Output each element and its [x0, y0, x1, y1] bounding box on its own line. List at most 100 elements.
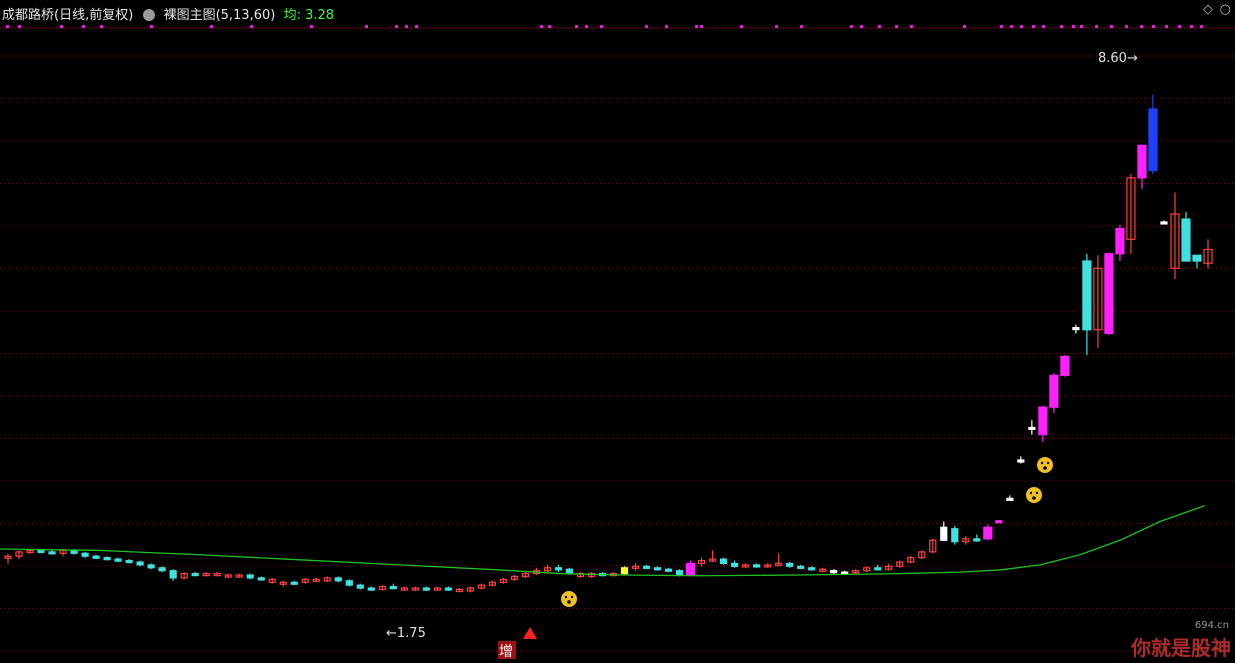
buy-triangle-icon	[523, 627, 537, 639]
top-marker	[878, 25, 881, 28]
candle-body	[125, 559, 133, 564]
candle-body	[356, 584, 364, 589]
top-marker	[1042, 25, 1045, 28]
top-marker	[1140, 25, 1143, 28]
top-marker	[548, 25, 551, 28]
face-mouth	[1043, 466, 1047, 470]
candle-body	[874, 567, 882, 571]
candle-body	[1160, 221, 1168, 225]
top-marker	[895, 25, 898, 28]
top-marker	[1152, 25, 1155, 28]
candle-body	[653, 567, 662, 571]
top-marker	[1032, 25, 1035, 28]
diamond-icon[interactable]: ◇	[1203, 2, 1213, 17]
top-marker	[1200, 25, 1203, 28]
watermark-text: 你就是股神	[1131, 636, 1231, 660]
top-marker	[6, 25, 9, 28]
settings-circle-icon[interactable]	[143, 9, 156, 21]
candle-body	[664, 568, 673, 572]
candle-body	[92, 555, 100, 559]
watermark-domain: 694.cn	[1194, 620, 1229, 631]
face-eye	[564, 595, 568, 599]
top-marker	[1125, 25, 1128, 28]
top-marker	[540, 25, 543, 28]
top-marker	[740, 25, 743, 28]
candle-body	[973, 538, 981, 542]
top-marker	[1000, 25, 1003, 28]
candle-body	[103, 557, 111, 561]
candle-body	[1148, 108, 1158, 172]
candle-body	[37, 549, 45, 554]
candle-body	[158, 567, 166, 572]
candle-body	[808, 567, 816, 571]
top-marker	[665, 25, 668, 28]
candle-body	[554, 567, 563, 571]
top-marker	[365, 25, 368, 28]
top-marker	[18, 25, 21, 28]
top-marker	[1010, 25, 1013, 28]
top-marker	[850, 25, 853, 28]
watermark-logo: 694.cn 你就是股神	[1131, 620, 1231, 661]
candle-body	[1082, 260, 1092, 331]
face-marker-icon	[1026, 487, 1042, 503]
candle-body	[983, 526, 993, 540]
chart-header: 成都路桥(日线,前复权) 裸图主图(5,13,60) 均: 3.28	[2, 4, 334, 23]
top-marker	[1095, 25, 1098, 28]
candle-body	[830, 570, 838, 574]
top-marker	[1190, 25, 1193, 28]
candle-body	[1115, 227, 1125, 255]
top-marker	[415, 25, 418, 28]
candle-body	[1006, 497, 1014, 501]
top-marker	[150, 25, 153, 28]
top-marker	[60, 25, 63, 28]
candle-body	[1017, 459, 1025, 463]
top-marker	[310, 25, 313, 28]
ma60-line	[0, 504, 1206, 577]
face-eye	[1035, 491, 1039, 495]
top-marker	[1020, 25, 1023, 28]
indicator-label: 裸图主图(5,13,60)	[163, 8, 276, 23]
candle-body	[70, 549, 78, 554]
candle-body	[1028, 426, 1036, 431]
top-marker	[1060, 25, 1063, 28]
face-eye	[570, 595, 574, 599]
candle-body	[1137, 144, 1147, 179]
top-marker	[600, 25, 603, 28]
candle-body	[257, 577, 265, 581]
candle-body	[951, 528, 959, 543]
top-marker	[405, 25, 408, 28]
face-marker-icon	[561, 591, 577, 607]
top-marker	[1080, 25, 1083, 28]
face-mouth	[567, 600, 571, 604]
stock-title: 成都路桥(日线,前复权)	[2, 8, 134, 23]
top-marker	[860, 25, 863, 28]
candle-body	[114, 558, 122, 562]
candle-body	[995, 520, 1003, 524]
top-marker	[1110, 25, 1113, 28]
top-marker	[82, 25, 85, 28]
candle-body	[191, 572, 199, 577]
candle-body	[1104, 253, 1114, 334]
candle-body	[1060, 355, 1070, 376]
candle-body	[642, 565, 651, 569]
kline-chart[interactable]: 8.60→ ←1.75 增	[0, 0, 1235, 663]
low-price-label: ←1.75	[386, 626, 426, 641]
candle-body	[1049, 374, 1059, 408]
candle-body	[334, 577, 342, 582]
candle-body	[169, 570, 177, 579]
top-marker	[1178, 25, 1181, 28]
circle-icon[interactable]: ○	[1220, 2, 1231, 17]
top-marker	[585, 25, 588, 28]
top-marker	[395, 25, 398, 28]
top-marker	[100, 25, 103, 28]
average-price-label: 均: 3.28	[283, 8, 335, 23]
top-marker	[1165, 25, 1168, 28]
candle-body	[685, 562, 696, 576]
candle-body	[48, 551, 56, 555]
candle-body	[753, 564, 761, 568]
face-eye	[1046, 461, 1050, 465]
candle-body	[731, 562, 739, 567]
top-marker	[210, 25, 213, 28]
face-eye	[1040, 461, 1044, 465]
candle-body	[620, 567, 629, 575]
